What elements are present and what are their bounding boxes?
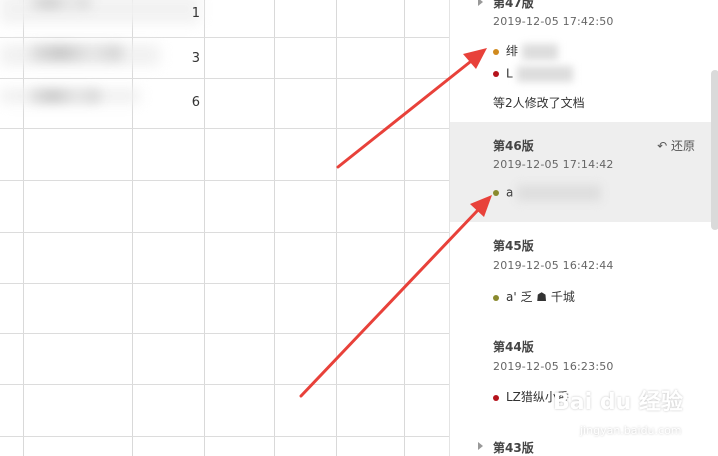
restore-button[interactable]: ↶ 还原: [657, 137, 695, 154]
cell-value[interactable]: 3: [170, 51, 200, 66]
editor-dot-icon: [493, 294, 499, 301]
version-date: 2019-12-05 16:42:44: [493, 259, 614, 272]
scrollbar[interactable]: [711, 70, 718, 230]
version-title: 第47版: [493, 0, 534, 10]
watermark-url: jingyan.baidu.com: [580, 424, 682, 437]
version-title: 第45版: [493, 239, 534, 253]
blurred-cell: [30, 90, 100, 102]
grid-line: [0, 128, 449, 129]
restore-label: 还原: [670, 139, 695, 153]
grid-line: [0, 37, 449, 38]
editor-dot-icon: [493, 394, 499, 401]
grid-line: [23, 0, 24, 456]
blurred-cell: [30, 0, 90, 8]
grid-line: [0, 180, 449, 181]
grid-line: [0, 283, 449, 284]
version-item-active[interactable]: 第46版 ↶ 还原 2019-12-05 17:14:42 a: [450, 122, 711, 222]
version-title: 第44版: [493, 340, 534, 354]
grid-line: [204, 0, 205, 456]
editor-name: L: [506, 66, 513, 81]
version-item[interactable]: 第45版 2019-12-05 16:42:44 a' 乏 ☗ 千城: [450, 222, 711, 322]
editor-dot-icon: [493, 48, 499, 55]
version-date: 2019-12-05 17:42:50: [493, 15, 614, 28]
expand-triangle-icon[interactable]: [478, 0, 483, 6]
grid-line: [336, 0, 337, 456]
grid-line: [404, 0, 405, 456]
editor-dot-icon: [493, 190, 499, 196]
version-item[interactable]: 第47版 2019-12-05 17:42:50 绯 L 等2人修改了文档: [450, 0, 711, 122]
cell-value[interactable]: 6: [170, 95, 200, 110]
editor-entry: 绯: [493, 42, 558, 60]
grid-line: [0, 333, 449, 334]
editor-name: a: [506, 185, 514, 200]
version-title: 第43版: [493, 441, 534, 455]
editor-name: a' 乏 ☗ 千城: [506, 290, 575, 304]
grid-line: [0, 232, 449, 233]
baidu-watermark-logo: Bai du 经验: [553, 390, 683, 415]
grid-line: [274, 0, 275, 456]
expand-triangle-icon[interactable]: [478, 442, 483, 450]
blurred-name: [521, 43, 558, 60]
grid-line: [0, 436, 449, 437]
version-title: 第46版: [493, 139, 534, 153]
version-date: 2019-12-05 16:23:50: [493, 360, 614, 373]
editor-entry: a' 乏 ☗ 千城: [493, 288, 575, 305]
spreadsheet-area[interactable]: 1 3 6: [0, 0, 449, 456]
grid-line: [0, 78, 449, 79]
editors-note[interactable]: 等2人修改了文档: [493, 94, 585, 111]
cell-value[interactable]: 1: [170, 6, 200, 21]
editor-entry: L: [493, 66, 573, 82]
editor-entry: a: [493, 185, 602, 201]
undo-arrow-icon: ↶: [657, 139, 668, 153]
version-date: 2019-12-05 17:14:42: [493, 158, 614, 171]
grid-line: [132, 0, 133, 456]
blurred-cell: [30, 46, 122, 60]
grid-line: [0, 384, 449, 385]
blurred-name: [517, 185, 602, 201]
editor-dot-icon: [493, 71, 499, 77]
editor-name: 绯: [506, 44, 519, 58]
blurred-name: [516, 66, 573, 82]
